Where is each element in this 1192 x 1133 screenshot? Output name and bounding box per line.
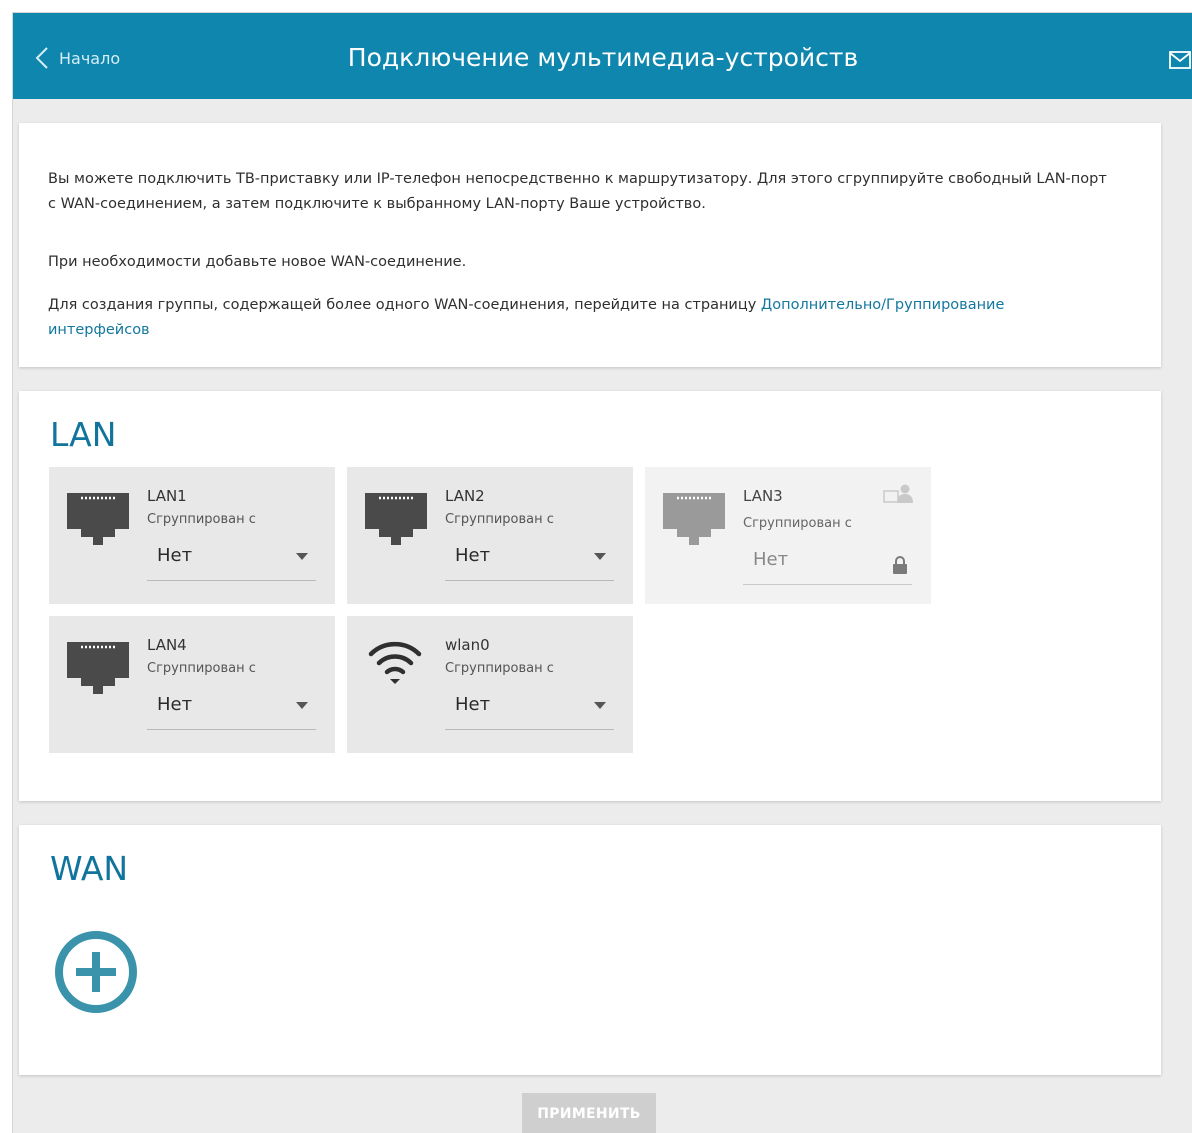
ethernet-port-icon [663,493,725,545]
lan-port-tile: LAN2 Сгруппирован с Нет [347,467,633,604]
lan-port-tile: LAN4 Сгруппирован с Нет [49,616,335,753]
port-grouped-label: Сгруппирован с [445,512,554,527]
add-circle-icon[interactable] [54,930,138,1014]
wlan-port-tile: wlan0 Сгруппирован с Нет [347,616,633,753]
lan-port-tile-disabled: LAN3 Сгруппирован с Нет [645,467,931,604]
page-title: Подключение мультимедиа-устройств [347,43,859,72]
group-select-value: Нет [157,545,193,566]
ethernet-port-icon [365,493,427,545]
lan-card: LAN LAN1 Сгруппирован с Нет LAN2 Сгруппи… [19,391,1161,801]
group-select-value: Нет [753,549,789,570]
apply-button[interactable]: ПРИМЕНИТЬ [522,1093,656,1133]
lan-section-title: LAN [50,415,117,454]
user-device-icon [883,484,913,503]
mail-icon[interactable] [1169,51,1191,69]
info-card: Вы можете подключить ТВ-приставку или IP… [19,123,1161,367]
page-header: Начало Подключение мультимедиа-устройств [13,13,1192,99]
port-grouped-label: Сгруппирован с [445,661,554,676]
caret-down-icon [594,553,606,560]
port-name: LAN2 [445,487,485,505]
port-name: LAN3 [743,487,783,505]
group-select-value: Нет [157,694,193,715]
wan-section-title: WAN [50,849,129,888]
caret-down-icon [594,702,606,709]
group-select[interactable]: Нет [445,543,614,581]
caret-down-icon [296,553,308,560]
port-grouped-label: Сгруппирован с [147,661,256,676]
group-select-value: Нет [455,545,491,566]
lan-port-tile: LAN1 Сгруппирован с Нет [49,467,335,604]
port-grouped-label: Сгруппирован с [743,516,852,531]
ethernet-port-icon [67,493,129,545]
port-grouped-label: Сгруппирован с [147,512,256,527]
info-paragraph-3-text: Для создания группы, содержащей более од… [48,297,761,313]
info-paragraph-3: Для создания группы, содержащей более од… [48,293,1108,343]
group-select-value: Нет [455,694,491,715]
wifi-icon [368,641,422,684]
group-select[interactable]: Нет [147,692,316,730]
group-select[interactable]: Нет [147,543,316,581]
lock-icon [893,556,907,574]
info-paragraph-2: При необходимости добавьте новое WAN-сое… [48,254,467,270]
ethernet-port-icon [67,642,129,694]
port-name: LAN1 [147,487,187,505]
group-select-locked: Нет [743,547,912,585]
port-name: wlan0 [445,636,490,654]
caret-down-icon [296,702,308,709]
app-frame: Начало Подключение мультимедиа-устройств… [12,12,1192,1133]
port-name: LAN4 [147,636,187,654]
info-paragraph-1: Вы можете подключить ТВ-приставку или IP… [48,171,1107,212]
wan-card: WAN [19,825,1161,1075]
group-select[interactable]: Нет [445,692,614,730]
